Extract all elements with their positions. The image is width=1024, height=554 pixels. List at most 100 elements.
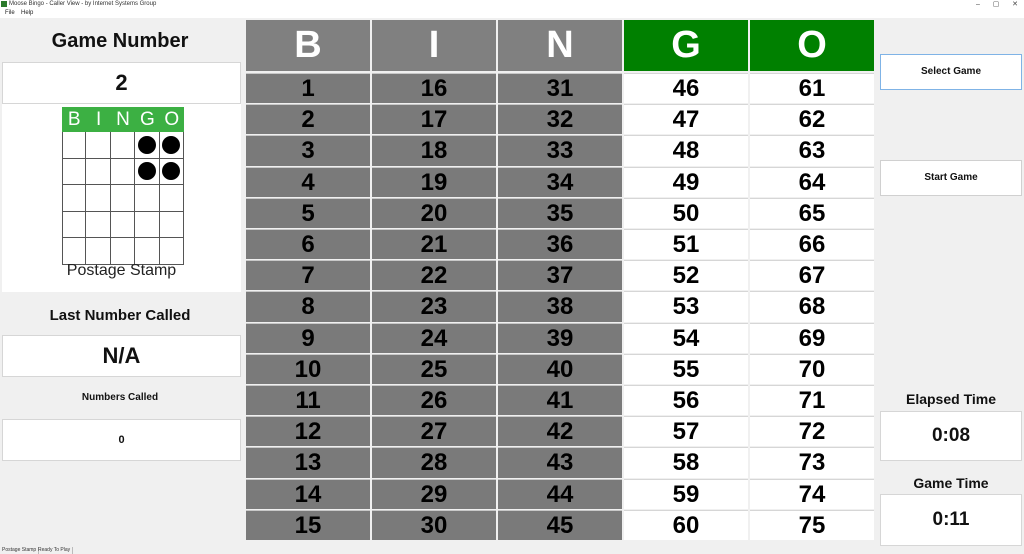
number-cell-71[interactable]: 71 [750, 385, 874, 416]
menu-help[interactable]: Help [21, 9, 33, 18]
number-cell-20[interactable]: 20 [372, 197, 496, 228]
minimize-button[interactable]: – [972, 0, 984, 9]
right-panel: Select Game Start Game Elapsed Time 0:08… [878, 18, 1024, 546]
pattern-cell [135, 185, 160, 212]
number-cell-6[interactable]: 6 [246, 229, 370, 260]
number-cell-3[interactable]: 3 [246, 135, 370, 166]
number-cell-44[interactable]: 44 [498, 478, 622, 509]
last-number-value: N/A [2, 335, 241, 377]
pattern-cell [110, 211, 136, 238]
number-cell-67[interactable]: 67 [750, 260, 874, 291]
game-time-label: Game Time [913, 475, 989, 491]
number-cell-37[interactable]: 37 [498, 260, 622, 291]
close-button[interactable]: ✕ [1009, 0, 1021, 9]
number-cell-35[interactable]: 35 [498, 197, 622, 228]
number-cell-75[interactable]: 75 [750, 509, 874, 540]
number-cell-65[interactable]: 65 [750, 197, 874, 228]
number-cell-31[interactable]: 31 [498, 73, 622, 104]
number-cell-58[interactable]: 58 [624, 447, 748, 478]
number-cell-1[interactable]: 1 [246, 73, 370, 104]
board-column-i: I 16 17 18 19 20 21 22 23 24 25 26 27 28 29 30 [372, 20, 496, 546]
maximize-button[interactable]: ▢ [990, 0, 1002, 9]
number-cell-30[interactable]: 30 [372, 509, 496, 540]
number-cell-26[interactable]: 26 [372, 385, 496, 416]
number-cell-54[interactable]: 54 [624, 322, 748, 353]
elapsed-time-value: 0:08 [880, 411, 1022, 461]
number-cell-68[interactable]: 68 [750, 291, 874, 322]
number-cell-64[interactable]: 64 [750, 166, 874, 197]
number-cell-19[interactable]: 19 [372, 166, 496, 197]
number-cell-55[interactable]: 55 [624, 353, 748, 384]
number-cell-2[interactable]: 2 [246, 104, 370, 135]
column-header-n: N [498, 20, 622, 71]
number-cell-9[interactable]: 9 [246, 322, 370, 353]
number-cell-66[interactable]: 66 [750, 229, 874, 260]
number-cell-4[interactable]: 4 [246, 166, 370, 197]
column-header-b: B [246, 20, 370, 71]
number-cell-51[interactable]: 51 [624, 229, 748, 260]
status-state: Ready To Play [36, 547, 74, 554]
number-cell-8[interactable]: 8 [246, 291, 370, 322]
number-cell-13[interactable]: 13 [246, 447, 370, 478]
number-cell-73[interactable]: 73 [750, 447, 874, 478]
game-number-label: Game Number [51, 30, 189, 52]
number-cell-43[interactable]: 43 [498, 447, 622, 478]
start-game-button[interactable]: Start Game [880, 160, 1022, 196]
number-cell-27[interactable]: 27 [372, 416, 496, 447]
number-cell-5[interactable]: 5 [246, 197, 370, 228]
number-cell-21[interactable]: 21 [372, 229, 496, 260]
number-cell-12[interactable]: 12 [246, 416, 370, 447]
number-cell-14[interactable]: 14 [246, 478, 370, 509]
number-cell-38[interactable]: 38 [498, 291, 622, 322]
number-cell-15[interactable]: 15 [246, 509, 370, 540]
number-cell-29[interactable]: 29 [372, 478, 496, 509]
number-cell-47[interactable]: 47 [624, 104, 748, 135]
menu-file[interactable]: File [5, 9, 15, 18]
number-cell-49[interactable]: 49 [624, 166, 748, 197]
number-cell-69[interactable]: 69 [750, 322, 874, 353]
number-cell-17[interactable]: 17 [372, 104, 496, 135]
select-game-button[interactable]: Select Game [880, 54, 1022, 90]
pattern-cell [159, 185, 184, 212]
number-cell-34[interactable]: 34 [498, 166, 622, 197]
number-cell-57[interactable]: 57 [624, 416, 748, 447]
number-cell-23[interactable]: 23 [372, 291, 496, 322]
number-cell-53[interactable]: 53 [624, 291, 748, 322]
number-cell-41[interactable]: 41 [498, 385, 622, 416]
number-cell-11[interactable]: 11 [246, 385, 370, 416]
number-cell-18[interactable]: 18 [372, 135, 496, 166]
number-cell-42[interactable]: 42 [498, 416, 622, 447]
number-cell-16[interactable]: 16 [372, 73, 496, 104]
number-cell-22[interactable]: 22 [372, 260, 496, 291]
number-cell-72[interactable]: 72 [750, 416, 874, 447]
number-cell-56[interactable]: 56 [624, 385, 748, 416]
pattern-cell [135, 238, 160, 265]
number-cell-25[interactable]: 25 [372, 353, 496, 384]
number-cell-60[interactable]: 60 [624, 509, 748, 540]
number-cell-39[interactable]: 39 [498, 322, 622, 353]
number-cell-40[interactable]: 40 [498, 353, 622, 384]
pattern-cell [159, 211, 184, 238]
number-cell-28[interactable]: 28 [372, 447, 496, 478]
board-column-o: O 61 62 63 64 65 66 67 68 69 70 71 72 73 74 75 [750, 20, 874, 546]
number-cell-59[interactable]: 59 [624, 478, 748, 509]
number-cell-61[interactable]: 61 [750, 73, 874, 104]
number-cell-45[interactable]: 45 [498, 509, 622, 540]
number-cell-36[interactable]: 36 [498, 229, 622, 260]
number-cell-33[interactable]: 33 [498, 135, 622, 166]
number-cell-24[interactable]: 24 [372, 322, 496, 353]
number-cell-52[interactable]: 52 [624, 260, 748, 291]
title-bar: Moose Bingo - Caller View - by Internet … [0, 0, 1024, 9]
number-cell-62[interactable]: 62 [750, 104, 874, 135]
number-cell-48[interactable]: 48 [624, 135, 748, 166]
pattern-dot-icon [162, 162, 181, 181]
number-cell-63[interactable]: 63 [750, 135, 874, 166]
number-cell-50[interactable]: 50 [624, 197, 748, 228]
number-cell-10[interactable]: 10 [246, 353, 370, 384]
number-cell-70[interactable]: 70 [750, 353, 874, 384]
number-cell-7[interactable]: 7 [246, 260, 370, 291]
number-cell-74[interactable]: 74 [750, 478, 874, 509]
pattern-cell [86, 132, 111, 159]
number-cell-46[interactable]: 46 [624, 73, 748, 104]
number-cell-32[interactable]: 32 [498, 104, 622, 135]
